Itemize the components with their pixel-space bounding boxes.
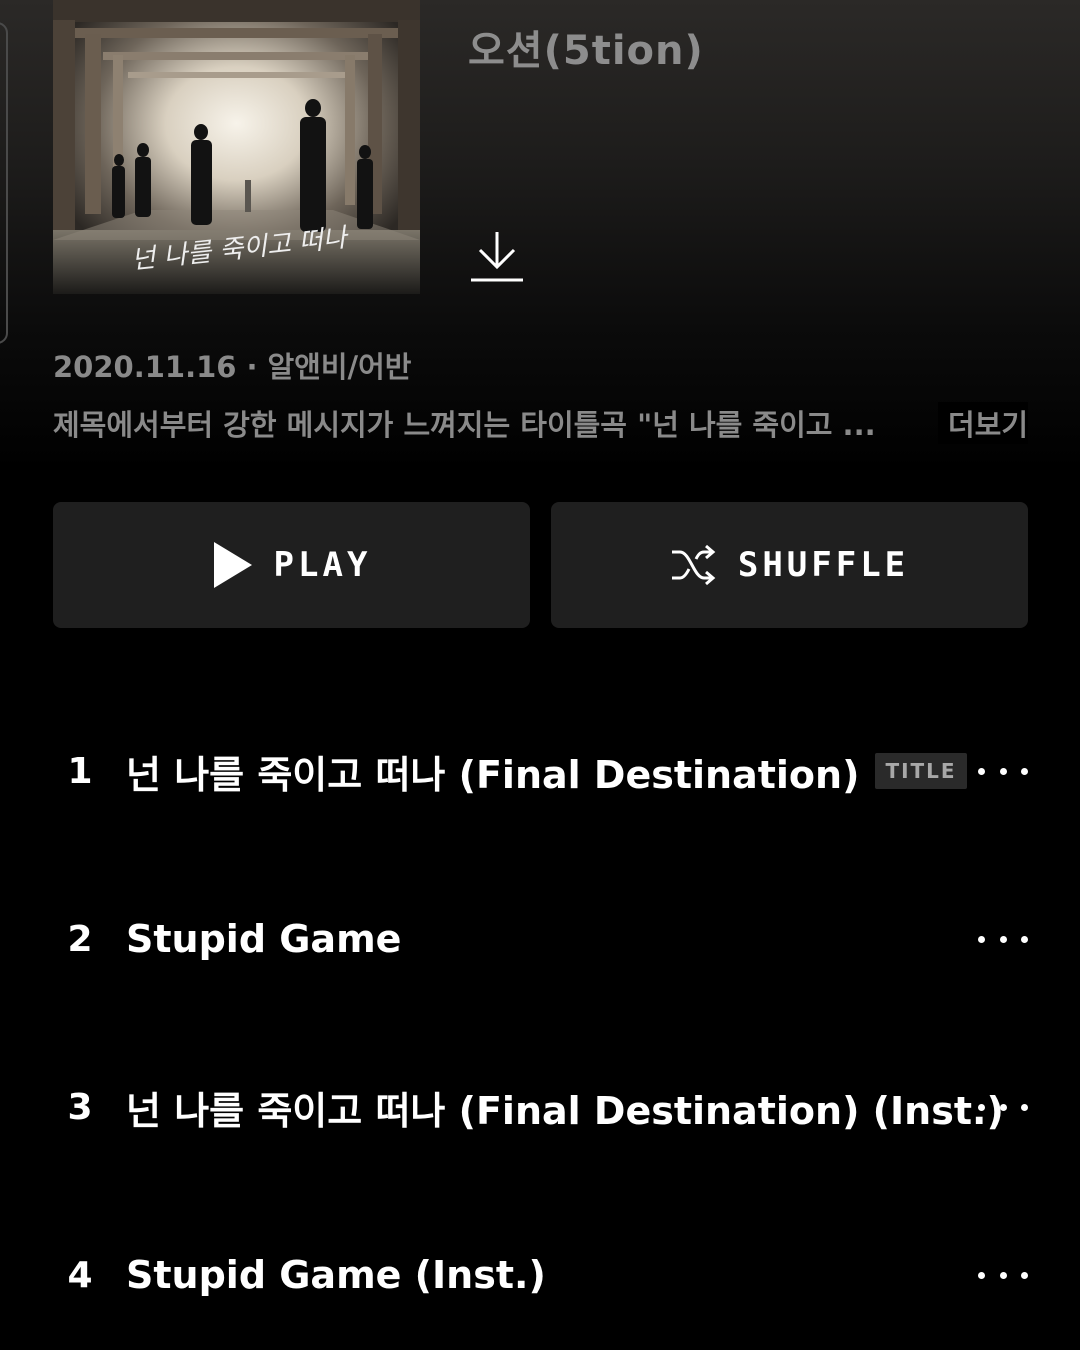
play-button[interactable]: PLAY bbox=[53, 502, 530, 628]
album-cover-art: 넌 나를 죽이고 떠나 bbox=[53, 0, 420, 294]
album-meta: 2020.11.16 · 알앤비/어반 bbox=[53, 344, 412, 386]
track-title: Stupid Game (Inst.) bbox=[126, 1253, 546, 1297]
title-badge: TITLE bbox=[875, 753, 967, 789]
artist-name[interactable]: 오션(5tion) bbox=[468, 18, 704, 76]
track-row[interactable]: 2 Stupid Game bbox=[0, 879, 1080, 999]
shuffle-label: SHUFFLE bbox=[737, 545, 910, 585]
meta-separator: · bbox=[246, 350, 258, 384]
album-genre: 알앤비/어반 bbox=[267, 350, 412, 384]
track-title-text: 넌 나를 죽이고 떠나 (Final Destination) bbox=[126, 752, 860, 797]
shuffle-button[interactable]: SHUFFLE bbox=[551, 502, 1028, 628]
play-label: PLAY bbox=[273, 545, 372, 585]
download-button[interactable] bbox=[468, 228, 526, 286]
more-icon[interactable] bbox=[978, 1087, 1028, 1127]
side-panel-edge bbox=[0, 22, 8, 344]
shuffle-icon bbox=[671, 544, 716, 586]
download-icon bbox=[471, 232, 523, 282]
track-title: Stupid Game bbox=[126, 917, 401, 961]
release-date: 2020.11.16 bbox=[53, 350, 237, 384]
track-number: 2 bbox=[67, 918, 93, 960]
track-row[interactable]: 1 넌 나를 죽이고 떠나 (Final Destination) TITLE bbox=[0, 711, 1080, 831]
more-icon[interactable] bbox=[978, 919, 1028, 959]
more-link[interactable]: 더보기 bbox=[937, 402, 1028, 444]
description-text: 제목에서부터 강한 메시지가 느껴지는 타이틀곡 "넌 나를 죽이고 ... bbox=[53, 408, 876, 442]
more-icon[interactable] bbox=[978, 751, 1028, 791]
track-number: 4 bbox=[67, 1254, 93, 1296]
track-title-text: Stupid Game bbox=[126, 917, 402, 961]
track-title: 넌 나를 죽이고 떠나 (Final Destination) TITLE bbox=[126, 744, 967, 799]
track-title-text: 넌 나를 죽이고 떠나 (Final Destination) (Inst.) bbox=[126, 1088, 1004, 1133]
track-title-text: Stupid Game (Inst.) bbox=[126, 1253, 546, 1297]
track-row[interactable]: 3 넌 나를 죽이고 떠나 (Final Destination) (Inst.… bbox=[0, 1047, 1080, 1167]
track-title: 넌 나를 죽이고 떠나 (Final Destination) (Inst.) bbox=[126, 1080, 1004, 1135]
track-number: 1 bbox=[67, 750, 93, 792]
album-cover[interactable]: 넌 나를 죽이고 떠나 bbox=[53, 0, 420, 294]
track-number: 3 bbox=[67, 1086, 93, 1128]
track-row[interactable]: 4 Stupid Game (Inst.) bbox=[0, 1215, 1080, 1335]
album-description: 제목에서부터 강한 메시지가 느껴지는 타이틀곡 "넌 나를 죽이고 ... 더… bbox=[53, 402, 1028, 444]
play-icon bbox=[213, 542, 252, 588]
more-icon[interactable] bbox=[978, 1255, 1028, 1295]
